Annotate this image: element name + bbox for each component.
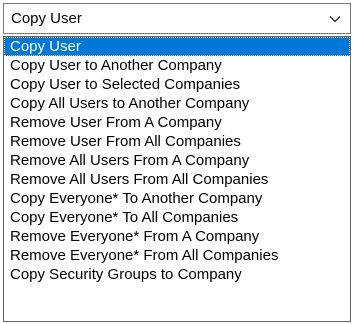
dropdown-item-copy-everyone-to-another-company[interactable]: Copy Everyone* To Another Company bbox=[4, 189, 350, 208]
dropdown-item-remove-all-users-from-all-companies[interactable]: Remove All Users From All Companies bbox=[4, 170, 350, 189]
dropdown-item-copy-all-users-to-another-company[interactable]: Copy All Users to Another Company bbox=[4, 94, 350, 113]
action-combo-box[interactable]: Copy User bbox=[3, 3, 351, 34]
combo-selected-value: Copy User bbox=[11, 10, 82, 27]
action-dropdown-list[interactable]: Copy User Copy User to Another Company C… bbox=[3, 36, 351, 322]
chevron-down-icon[interactable] bbox=[328, 12, 342, 26]
dropdown-item-copy-user[interactable]: Copy User bbox=[4, 37, 350, 56]
dropdown-item-remove-all-users-from-a-company[interactable]: Remove All Users From A Company bbox=[4, 151, 350, 170]
dropdown-item-copy-user-to-selected-companies[interactable]: Copy User to Selected Companies bbox=[4, 75, 350, 94]
dropdown-item-remove-user-from-a-company[interactable]: Remove User From A Company bbox=[4, 113, 350, 132]
dropdown-item-copy-everyone-to-all-companies[interactable]: Copy Everyone* To All Companies bbox=[4, 208, 350, 227]
dropdown-item-remove-user-from-all-companies[interactable]: Remove User From All Companies bbox=[4, 132, 350, 151]
dropdown-item-remove-everyone-from-all-companies[interactable]: Remove Everyone* From All Companies bbox=[4, 246, 350, 265]
dropdown-item-copy-security-groups-to-company[interactable]: Copy Security Groups to Company bbox=[4, 265, 350, 284]
dropdown-item-copy-user-to-another-company[interactable]: Copy User to Another Company bbox=[4, 56, 350, 75]
dropdown-item-remove-everyone-from-a-company[interactable]: Remove Everyone* From A Company bbox=[4, 227, 350, 246]
